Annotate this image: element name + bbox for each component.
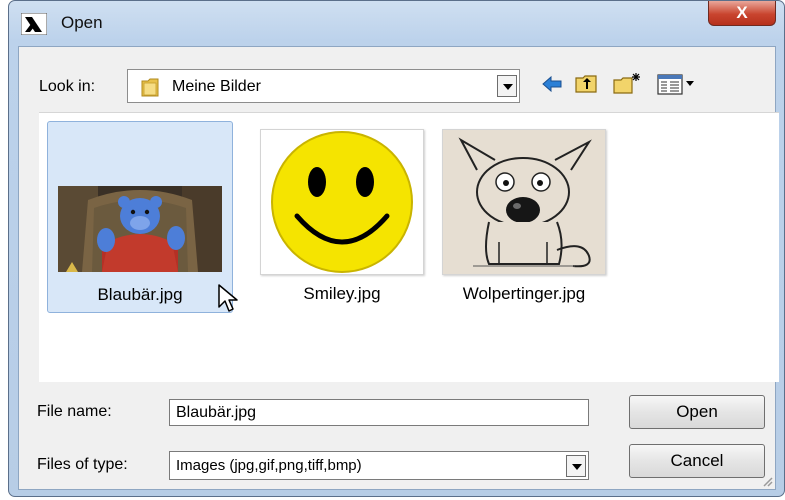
file-type-value: Images (jpg,gif,png,tiff,bmp) (176, 457, 362, 474)
up-folder-icon[interactable] (574, 71, 600, 97)
app-icon (21, 13, 47, 35)
resize-grip-icon[interactable] (761, 475, 773, 487)
look-in-label: Look in: (39, 78, 96, 95)
wolpertinger-image (443, 130, 605, 274)
look-in-dropdown[interactable]: Meine Bilder (127, 69, 520, 103)
file-list[interactable]: Blaubär.jpg Smiley.jpg Wolpertinger.jpg (39, 112, 779, 382)
open-button[interactable]: Open (629, 395, 765, 429)
file-item-smiley[interactable]: Smiley.jpg (249, 121, 435, 313)
open-dialog: Open X Look in: Meine Bilder Blaubär.jpg… (8, 0, 785, 497)
dialog-body: Look in: Meine Bilder Blaubär.jpg Smiley… (18, 46, 779, 490)
view-menu-icon[interactable] (656, 71, 698, 97)
smiley-thumbnail (260, 129, 424, 275)
file-item-wolpertinger[interactable]: Wolpertinger.jpg (431, 121, 617, 313)
cancel-button[interactable]: Cancel (629, 444, 765, 478)
look-in-value: Meine Bilder (172, 78, 261, 95)
wolpertinger-thumbnail (442, 129, 606, 275)
file-name-label: Wolpertinger.jpg (462, 284, 586, 303)
chevron-down-icon[interactable] (566, 455, 586, 477)
title-bar[interactable]: Open X (9, 1, 784, 41)
blaubaer-thumbnail (58, 130, 222, 276)
close-button[interactable]: X (708, 1, 776, 26)
file-name-label: File name: (37, 403, 112, 420)
chevron-down-icon[interactable] (497, 75, 517, 97)
new-folder-icon[interactable] (612, 71, 642, 97)
file-type-dropdown[interactable]: Images (jpg,gif,png,tiff,bmp) (169, 451, 589, 480)
mouse-cursor-icon (218, 284, 238, 312)
file-type-label: Files of type: (37, 456, 128, 473)
back-arrow-icon[interactable] (540, 71, 564, 97)
folder-icon (141, 78, 159, 97)
file-name-label: Blaubär.jpg (97, 285, 183, 304)
window-title: Open (61, 13, 103, 32)
file-name-input[interactable] (169, 399, 589, 426)
file-name-label: Smiley.jpg (303, 284, 381, 303)
smiley-image (271, 131, 413, 273)
file-item-blaubaer[interactable]: Blaubär.jpg (47, 121, 233, 313)
blue-bear-image (58, 186, 222, 272)
